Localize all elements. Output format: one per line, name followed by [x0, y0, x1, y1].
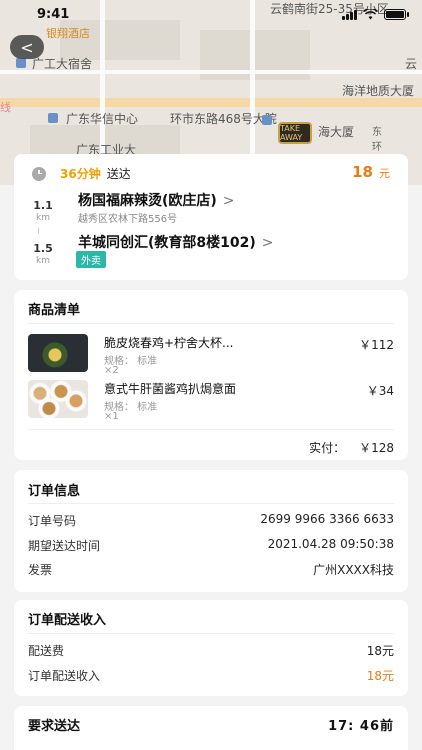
pickup-distance-value: 1.1	[33, 199, 53, 212]
pickup-store-name: 杨国福麻辣烫(欧庄店)	[78, 193, 217, 209]
delivery-fee-value: 18	[352, 163, 373, 181]
map-road	[0, 98, 422, 107]
status-bar: 9:41	[0, 0, 422, 30]
map-label: 广工大宿舍	[32, 57, 93, 71]
delivery-fee: 18 元	[352, 163, 390, 181]
expected-time-row: 期望送达时间 2021.04.28 09:50:38	[28, 537, 394, 553]
divider	[28, 503, 394, 504]
route-connector	[38, 228, 39, 234]
status-icons	[342, 9, 409, 20]
store-map-marker[interactable]: TAKE AWAY	[278, 122, 312, 144]
deadline-card: 要求送达 17: 46前	[14, 706, 408, 750]
delivery-fee-unit: 元	[379, 167, 390, 180]
chevron-right-icon: >	[222, 193, 235, 209]
eta-row: 36分钟 送达	[32, 165, 131, 182]
order-info-card: 订单信息 订单号码 2699 9966 3366 6633 期望送达时间 202…	[14, 470, 408, 592]
invoice-label: 发票	[28, 563, 53, 577]
chevron-left-icon: <	[20, 37, 34, 57]
pickup-store-link[interactable]: 杨国福麻辣烫(欧庄店) >	[78, 190, 235, 210]
status-time: 9:41	[37, 7, 70, 22]
goods-item-quantity: ×1	[104, 411, 119, 422]
cellular-signal-icon	[342, 9, 357, 20]
map-label: 环市东路468号大院	[170, 112, 277, 126]
clock-icon	[32, 166, 46, 181]
back-button[interactable]: <	[10, 35, 44, 59]
delivery-fee-amount: 18元	[366, 644, 394, 658]
building-pin-icon	[48, 113, 58, 123]
order-number-row: 订单号码 2699 9966 3366 6633	[28, 512, 394, 528]
goods-list-card: 商品清单 脆皮烧春鸡+柠舍大杯... 规格： 标准 ×2 ￥112 意式牛肝菌酱…	[14, 290, 408, 460]
battery-icon	[384, 9, 409, 20]
goods-item-name: 意式牛肝菌酱鸡扒焗意面	[104, 382, 237, 396]
paid-total: 实付： ￥128	[309, 439, 394, 456]
wifi-icon	[363, 9, 378, 20]
pickup-distance: 1.1 km	[32, 194, 54, 223]
map-label: 广东华信中心	[66, 112, 139, 126]
expected-time-label: 期望送达时间	[28, 539, 101, 553]
store-marker-label: TAKE AWAY	[280, 124, 303, 142]
delivery-income-card: 订单配送收入 配送费 18元 订单配送收入 18元	[14, 600, 408, 696]
paid-amount: ￥128	[359, 441, 394, 455]
invoice-row: 发票 广州XXXX科技	[28, 561, 394, 577]
delivery-fee-label: 配送费	[28, 644, 65, 658]
paid-label: 实付：	[309, 441, 346, 455]
dropoff-name: 羊城同创汇(教育部8楼102)	[78, 235, 256, 251]
order-number-label: 订单号码	[28, 514, 77, 528]
dropoff-address-link[interactable]: 羊城同创汇(教育部8楼102) >	[78, 232, 274, 252]
goods-list-title: 商品清单	[28, 303, 81, 318]
deadline-title: 要求送达	[28, 719, 81, 734]
goods-thumbnail	[28, 380, 88, 418]
map-label: 海大厦	[318, 125, 355, 139]
goods-item-name: 脆皮烧春鸡+柠舍大杯...	[104, 336, 234, 350]
deadline-time: 17: 46前	[328, 719, 394, 734]
dropoff-distance-unit: km	[36, 256, 50, 266]
map-label: 线	[0, 101, 11, 114]
delivery-income-label: 订单配送收入	[28, 669, 101, 683]
dropoff-distance: 1.5 km	[32, 237, 54, 266]
expected-time-value: 2021.04.28 09:50:38	[267, 537, 394, 551]
building-pin-icon	[16, 58, 26, 68]
divider	[28, 323, 394, 324]
goods-item-price: ￥34	[366, 384, 394, 398]
map-label: 海洋地质大厦	[342, 84, 415, 98]
order-type-badge: 外卖	[76, 251, 106, 268]
order-info-title: 订单信息	[28, 484, 81, 499]
goods-item: 意式牛肝菌酱鸡扒焗意面 规格： 标准 ×1 ￥34	[28, 380, 394, 422]
divider	[28, 633, 394, 634]
goods-item-price: ￥112	[359, 338, 394, 352]
pickup-address: 越秀区农林下路556号	[78, 214, 178, 225]
delivery-income-row: 订单配送收入 18元	[28, 667, 394, 683]
divider	[28, 429, 394, 430]
map-label: 云	[405, 57, 418, 71]
delivery-fee-row: 配送费 18元	[28, 642, 394, 658]
eta-minutes: 36分钟	[60, 167, 101, 181]
goods-item: 脆皮烧春鸡+柠舍大杯... 规格： 标准 ×2 ￥112	[28, 334, 394, 376]
eta-label: 送达	[106, 167, 131, 181]
delivery-income-amount: 18元	[366, 669, 394, 683]
delivery-route-card: 36分钟 送达 18 元 1.1 km 杨国福麻辣烫(欧庄店) > 越秀区农林下路5…	[14, 154, 408, 280]
goods-thumbnail	[28, 334, 88, 372]
building-pin-icon	[262, 115, 272, 125]
order-number-value: 2699 9966 3366 6633	[260, 512, 394, 526]
invoice-value: 广州XXXX科技	[313, 563, 394, 577]
delivery-income-title: 订单配送收入	[28, 613, 107, 628]
pickup-distance-unit: km	[36, 213, 50, 223]
chevron-right-icon: >	[261, 235, 274, 251]
goods-item-quantity: ×2	[104, 365, 119, 376]
dropoff-distance-value: 1.5	[33, 242, 53, 255]
